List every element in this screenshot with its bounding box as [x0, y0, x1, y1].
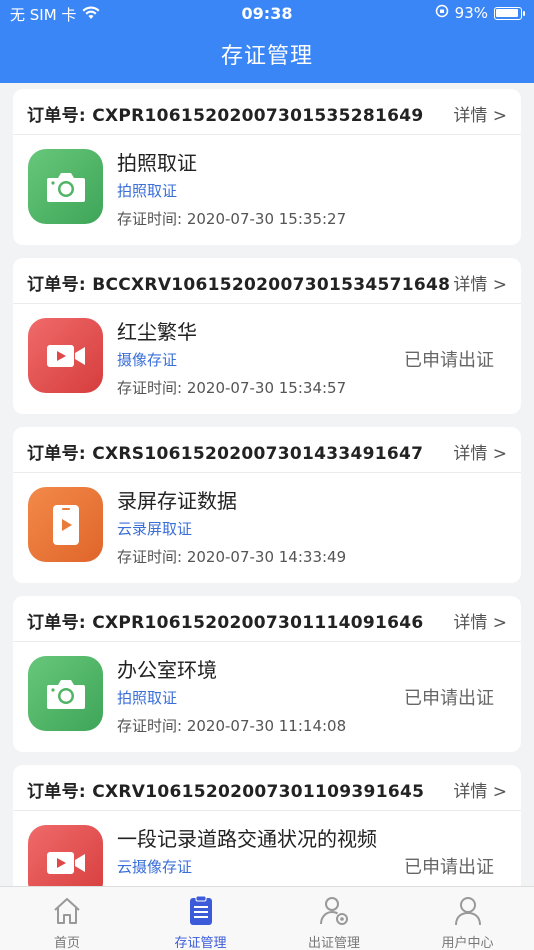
app-header: 无 SIM 卡 09:38 93% 存证管理: [0, 0, 534, 83]
card-title: 红尘繁华: [117, 320, 197, 344]
video-icon: [28, 825, 103, 886]
video-icon: [28, 318, 103, 393]
certificate-status: 已申请出证: [404, 857, 494, 878]
card-header: 订单号: CXRV1061520200730110939164​5 详情 >: [13, 765, 521, 811]
evidence-time: 存证时间: 2020-07-30 14:33:49: [117, 548, 347, 566]
battery-icon: [494, 6, 525, 20]
home-icon: [51, 895, 83, 931]
evidence-card[interactable]: 订单号: BCCXRV1061520200730153457164​8 详情 > 红…: [13, 258, 521, 414]
battery-percent: 93%: [454, 4, 488, 22]
tab-user[interactable]: 用户中心: [401, 887, 534, 950]
status-bar: 无 SIM 卡 09:38 93%: [0, 0, 534, 28]
tab-label: 存证管理: [174, 936, 227, 950]
order-number: 订单号: BCCXRV1061520200730153457164​8: [27, 275, 451, 295]
card-header: 订单号: CXPR1061520200730111409164​6 详情 >: [13, 596, 521, 642]
evidence-time: 存证时间: 2020-07-30 15:35:27: [117, 210, 347, 228]
evidence-type: 云录屏取证: [117, 520, 193, 538]
camera-icon: [28, 656, 103, 731]
tab-user-settings[interactable]: 出证管理: [267, 887, 401, 950]
tab-bar: 首页 存证管理 出证管理 用户中心: [0, 886, 534, 950]
evidence-card[interactable]: 订单号: CXPR1061520200730111409164​6 详情 > 办公室…: [13, 596, 521, 752]
evidence-list[interactable]: 订单号: CXPR1061520200730153528164​9 详情 > 拍照取…: [0, 83, 534, 886]
card-header: 订单号: CXPR1061520200730153528164​9 详情 >: [13, 89, 521, 135]
detail-link[interactable]: 详情 >: [453, 777, 507, 802]
evidence-time: 存证时间: 2020-07-30 15:34:57: [117, 379, 347, 397]
evidence-type: 拍照取证: [117, 182, 178, 200]
user-settings-icon: [318, 895, 350, 931]
tab-home[interactable]: 首页: [0, 887, 134, 950]
evidence-card[interactable]: 订单号: CXRV1061520200730110939164​5 详情 > 一段记…: [13, 765, 521, 886]
tab-label: 出证管理: [307, 936, 360, 950]
detail-link[interactable]: 详情 >: [453, 270, 507, 295]
card-title: 录屏存证数据: [117, 489, 237, 513]
card-title: 拍照取证: [117, 151, 197, 175]
evidence-type: 摄像存证: [117, 351, 178, 369]
card-header: 订单号: CXRS1061520200730143349164​7 详情 >: [13, 427, 521, 473]
screen-record-icon: [28, 487, 103, 562]
evidence-type: 云摄像存证: [117, 858, 193, 876]
camera-icon: [28, 149, 103, 224]
evidence-card[interactable]: 订单号: CXRS1061520200730143349164​7 详情 > 录屏存…: [13, 427, 521, 583]
evidence-time: 存证时间: 2020-07-30 11:14:08: [117, 717, 347, 735]
certificate-status: 已申请出证: [404, 688, 494, 709]
tab-label: 用户中心: [441, 936, 494, 950]
tab-label: 首页: [53, 936, 80, 950]
document-list-icon: [185, 895, 217, 931]
evidence-card[interactable]: 订单号: CXPR1061520200730153528164​9 详情 > 拍照取…: [13, 89, 521, 245]
evidence-type: 拍照取证: [117, 689, 178, 707]
detail-link[interactable]: 详情 >: [453, 608, 507, 633]
order-number: 订单号: CXRS1061520200730143349164​7: [27, 444, 424, 464]
card-title: 一段记录道路交通状况的视频: [117, 827, 377, 851]
detail-link[interactable]: 详情 >: [453, 439, 507, 464]
rotation-lock-icon: [435, 4, 449, 22]
tab-document-list[interactable]: 存证管理: [134, 887, 268, 950]
order-number: 订单号: CXRV1061520200730110939164​5: [27, 782, 425, 802]
card-header: 订单号: BCCXRV1061520200730153457164​8 详情 >: [13, 258, 521, 304]
card-title: 办公室环境: [117, 658, 217, 682]
user-icon: [452, 895, 484, 931]
certificate-status: 已申请出证: [404, 350, 494, 371]
page-title: 存证管理: [220, 44, 313, 69]
order-number: 订单号: CXPR1061520200730153528164​9: [27, 106, 424, 126]
order-number: 订单号: CXPR1061520200730111409164​6: [27, 613, 424, 633]
detail-link[interactable]: 详情 >: [453, 101, 507, 126]
